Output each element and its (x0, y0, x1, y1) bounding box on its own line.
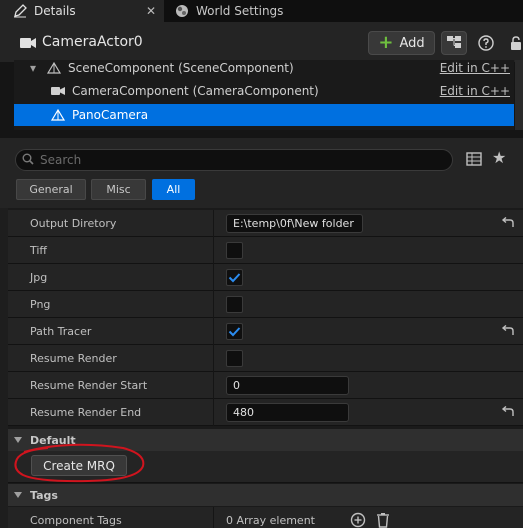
column-divider[interactable] (213, 399, 214, 426)
plus-icon: + (378, 32, 394, 53)
tree-scrollbar[interactable] (515, 60, 523, 130)
tab-details[interactable]: Details ✕ (0, 0, 164, 22)
property-label: Resume Render End (30, 406, 142, 419)
property-row-resume-render: Resume Render (8, 345, 523, 372)
search-input[interactable]: Search (15, 149, 453, 171)
tab-world-settings-label: World Settings (196, 4, 284, 18)
search-icon (22, 153, 34, 168)
png-checkbox[interactable] (226, 296, 243, 313)
property-row-jpg: Jpg (8, 264, 523, 291)
table-view-icon[interactable] (466, 151, 482, 167)
column-divider[interactable] (213, 318, 214, 345)
column-divider[interactable] (213, 372, 214, 399)
property-label: Resume Render (30, 352, 117, 365)
edit-in-cpp-link[interactable]: Edit in C++ (440, 84, 510, 98)
tab-details-label: Details (34, 4, 76, 18)
camera-icon (50, 84, 66, 98)
annotation-circle (14, 443, 145, 483)
resume-render-start-field[interactable]: 0 (226, 376, 349, 395)
reset-to-default-icon[interactable] (501, 405, 515, 418)
filter-misc-button[interactable]: Misc (91, 179, 146, 200)
tree-item-pano-camera[interactable]: PanoCamera (14, 104, 514, 126)
property-label: Jpg (30, 271, 48, 284)
add-element-icon[interactable] (350, 512, 366, 528)
reset-to-default-icon[interactable] (501, 216, 515, 229)
checkmark-icon (228, 327, 241, 337)
resume-render-checkbox[interactable] (226, 350, 243, 367)
property-label: Component Tags (30, 514, 122, 527)
property-row-path-tracer: Path Tracer (8, 318, 523, 345)
help-icon[interactable] (477, 34, 495, 52)
lock-icon[interactable] (507, 34, 523, 52)
filter-all-button[interactable]: All (152, 179, 195, 200)
scene-component-icon (46, 61, 62, 75)
component-tree: ▾ SceneComponent (SceneComponent) Edit i… (14, 60, 514, 130)
properties-panel: Output Diretory E:\temp\0f\New folder Ti… (8, 208, 523, 528)
path-tracer-checkbox[interactable] (226, 323, 243, 340)
favorites-star-icon[interactable]: ★ (492, 148, 506, 167)
column-divider[interactable] (213, 264, 214, 291)
camera-icon (19, 36, 37, 50)
property-label: Resume Render Start (30, 379, 148, 392)
component-tags-count: 0 Array element (226, 514, 315, 527)
trash-icon[interactable] (375, 512, 391, 528)
left-gutter (0, 208, 8, 528)
property-row-resume-render-start: Resume Render Start 0 (8, 372, 523, 399)
property-row-png: Png (8, 291, 523, 318)
tree-item-label: SceneComponent (SceneComponent) (68, 61, 294, 75)
property-label: Png (30, 298, 51, 311)
property-label: Tiff (30, 244, 48, 257)
close-icon[interactable]: ✕ (146, 4, 156, 18)
category-label: Tags (30, 489, 58, 502)
search-placeholder: Search (40, 153, 82, 167)
column-divider[interactable] (213, 345, 214, 372)
scene-component-icon (50, 108, 66, 122)
property-label: Output Diretory (30, 217, 117, 230)
output-directory-field[interactable]: E:\temp\0f\New folder (226, 214, 363, 233)
hierarchy-icon (446, 35, 462, 52)
search-area: Search ★ General Misc All (0, 138, 523, 208)
jpg-checkbox[interactable] (226, 269, 243, 286)
column-divider[interactable] (213, 507, 214, 528)
filter-general-button[interactable]: General (16, 179, 86, 200)
collapse-arrow-icon[interactable] (14, 492, 22, 498)
collapse-arrow-icon[interactable]: ▾ (30, 61, 46, 75)
column-divider[interactable] (213, 237, 214, 264)
pencil-icon (12, 3, 28, 19)
reset-to-default-icon[interactable] (501, 324, 515, 337)
checkmark-icon (228, 273, 241, 283)
tiff-checkbox[interactable] (226, 242, 243, 259)
category-tags[interactable]: Tags (8, 484, 523, 506)
blueprint-button[interactable] (441, 31, 467, 55)
edit-in-cpp-link[interactable]: Edit in C++ (440, 61, 510, 75)
column-divider[interactable] (213, 291, 214, 318)
tree-item-scene-component[interactable]: ▾ SceneComponent (SceneComponent) Edit i… (14, 57, 514, 79)
property-row-component-tags: Component Tags 0 Array element (8, 507, 523, 528)
tab-bar: Details ✕ World Settings (0, 0, 523, 22)
globe-icon (174, 3, 190, 19)
property-label: Path Tracer (30, 325, 92, 338)
property-row-tiff: Tiff (8, 237, 523, 264)
actor-name[interactable]: CameraActor0 (42, 34, 143, 50)
property-row-output-directory: Output Diretory E:\temp\0f\New folder (8, 210, 523, 237)
resume-render-end-field[interactable]: 480 (226, 403, 349, 422)
tree-item-camera-component[interactable]: CameraComponent (CameraComponent) Edit i… (14, 80, 514, 102)
tree-item-label: PanoCamera (72, 108, 149, 122)
tab-world-settings[interactable]: World Settings (168, 0, 318, 22)
actor-header: CameraActor0 + Add (0, 22, 523, 62)
add-button-label: Add (399, 35, 425, 51)
add-component-button[interactable]: + Add (368, 31, 435, 55)
tree-item-label: CameraComponent (CameraComponent) (72, 84, 319, 98)
property-row-resume-render-end: Resume Render End 480 (8, 399, 523, 426)
column-divider[interactable] (213, 210, 214, 237)
